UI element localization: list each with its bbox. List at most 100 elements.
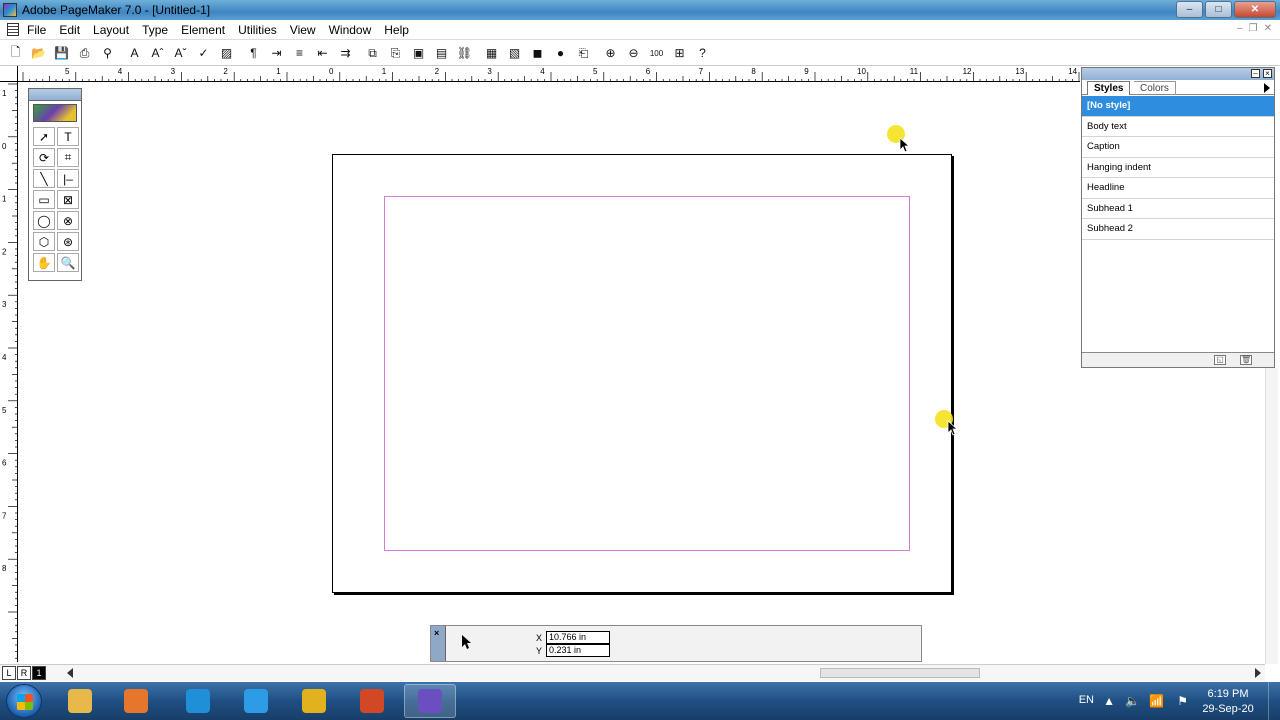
palette-menu-arrow-icon[interactable]: [1264, 83, 1270, 93]
crop-tool-icon[interactable]: ⌗: [57, 148, 79, 167]
page-icon-l[interactable]: L: [2, 666, 16, 680]
x-position-field[interactable]: 10.766 in: [546, 631, 610, 644]
indent-icon[interactable]: ⇤: [312, 43, 333, 63]
paragraph-icon[interactable]: ¶: [243, 43, 264, 63]
control-palette-grip[interactable]: ×: [431, 626, 446, 661]
constrained-line-tool-icon[interactable]: |–: [57, 169, 79, 188]
menu-layout[interactable]: Layout: [93, 22, 136, 37]
zoom-tool-icon[interactable]: 🔍: [57, 253, 79, 272]
action-center-icon[interactable]: ⚑: [1177, 694, 1188, 708]
close-button[interactable]: ✕: [1234, 1, 1276, 18]
page-icon-r[interactable]: R: [17, 666, 31, 680]
menu-help[interactable]: Help: [384, 22, 416, 37]
polygon-tool-icon[interactable]: ⬡: [33, 232, 55, 251]
menu-element[interactable]: Element: [181, 22, 232, 37]
text-tool-icon[interactable]: T: [57, 127, 79, 146]
image-control-icon[interactable]: ▧: [504, 43, 525, 63]
font-size-icon[interactable]: Aˆ: [147, 43, 168, 63]
menu-utilities[interactable]: Utilities: [238, 22, 284, 37]
y-position-field[interactable]: 0.231 in: [546, 644, 610, 657]
menu-view[interactable]: View: [290, 22, 323, 37]
pointer-tool-icon[interactable]: ➚: [33, 127, 55, 146]
network-icon[interactable]: 📶: [1149, 694, 1164, 708]
scroll-thumb[interactable]: [820, 668, 980, 678]
page-icon-1[interactable]: 1: [32, 666, 46, 680]
group-icon[interactable]: ▤: [431, 43, 452, 63]
find-icon[interactable]: ⚲: [97, 43, 118, 63]
style-item[interactable]: Body text: [1082, 117, 1274, 137]
zoom-out-icon[interactable]: ⊖: [623, 43, 644, 63]
font-icon[interactable]: Aˇ: [170, 43, 191, 63]
doc-close-button[interactable]: ✕: [1264, 23, 1272, 34]
scroll-right-icon[interactable]: [1255, 668, 1261, 678]
character-icon[interactable]: A: [124, 43, 145, 63]
horizontal-scrollbar[interactable]: LR1: [0, 664, 1265, 681]
style-item[interactable]: [No style]: [1082, 96, 1274, 117]
taskbar-app[interactable]: [54, 684, 106, 718]
taskbar-app[interactable]: [172, 684, 224, 718]
tab-colors[interactable]: Colors: [1134, 81, 1176, 95]
doc-minimize-button[interactable]: –: [1237, 23, 1243, 34]
taskbar-app[interactable]: [230, 684, 282, 718]
ellipse-tool-icon[interactable]: ◯: [33, 211, 55, 230]
bullets-icon[interactable]: ≡: [289, 43, 310, 63]
volume-icon[interactable]: 🔈: [1125, 694, 1140, 708]
fill-stroke-icon[interactable]: ▨: [216, 43, 237, 63]
rotate-tool-icon[interactable]: ⟳: [33, 148, 55, 167]
taskbar-app[interactable]: [346, 684, 398, 718]
show-hidden-icons-icon[interactable]: ▲: [1103, 694, 1115, 708]
vertical-scrollbar[interactable]: [1265, 368, 1278, 664]
tab-indent-icon[interactable]: ⇥: [266, 43, 287, 63]
style-item[interactable]: Subhead 1: [1082, 199, 1274, 219]
copy-icon[interactable]: ⧉: [362, 43, 383, 63]
html-globe-icon[interactable]: ●: [550, 43, 571, 63]
actual-size-icon[interactable]: 100: [646, 43, 667, 63]
save-icon[interactable]: 💾: [51, 43, 72, 63]
place-image-icon[interactable]: ▦: [481, 43, 502, 63]
menu-file[interactable]: File: [27, 22, 53, 37]
toolbox-title-bar[interactable]: [29, 89, 81, 101]
style-item[interactable]: Hanging indent: [1082, 158, 1274, 178]
delete-style-icon[interactable]: 🗑: [1240, 355, 1252, 365]
style-item[interactable]: Headline: [1082, 178, 1274, 199]
pdf-icon[interactable]: ⎗: [573, 43, 594, 63]
style-item[interactable]: Caption: [1082, 137, 1274, 158]
minimize-button[interactable]: –: [1176, 1, 1203, 18]
doc-restore-button[interactable]: ❐: [1249, 23, 1258, 34]
palette-close-button[interactable]: ×: [1263, 69, 1272, 78]
paste-icon[interactable]: ⎘: [385, 43, 406, 63]
show-desktop-button[interactable]: [1268, 682, 1280, 720]
start-button[interactable]: [6, 684, 42, 718]
clock[interactable]: 6:19 PM 29-Sep-20: [1200, 687, 1256, 717]
frame-icon[interactable]: ▣: [408, 43, 429, 63]
maximize-button[interactable]: □: [1205, 1, 1232, 18]
hand-tool-icon[interactable]: ✋: [33, 253, 55, 272]
ruler-origin[interactable]: [0, 66, 18, 82]
horizontal-ruler[interactable]: 5 4 3 2 1 0 1 2 3 4 5 6 7 8 9 10 11 12 13 14: [18, 66, 1080, 82]
scroll-left-icon[interactable]: [67, 668, 73, 678]
line-tool-icon[interactable]: ╲: [33, 169, 55, 188]
taskbar-app[interactable]: [404, 684, 456, 718]
polygon-frame-tool-icon[interactable]: ⊛: [57, 232, 79, 251]
taskbar-app[interactable]: [288, 684, 340, 718]
link-icon[interactable]: ⛓: [454, 43, 475, 63]
zoom-in-icon[interactable]: ⊕: [600, 43, 621, 63]
ellipse-frame-tool-icon[interactable]: ⊗: [57, 211, 79, 230]
menu-type[interactable]: Type: [142, 22, 175, 37]
open-icon[interactable]: 📂: [28, 43, 49, 63]
rectangle-frame-tool-icon[interactable]: ⊠: [57, 190, 79, 209]
export-icon[interactable]: ◼: [527, 43, 548, 63]
vertical-ruler[interactable]: 1 0 1 2 3 4 5 6 7 8: [0, 82, 18, 662]
outdent-icon[interactable]: ⇉: [335, 43, 356, 63]
palette-minimize-button[interactable]: –: [1251, 69, 1260, 78]
language-indicator[interactable]: EN: [1079, 694, 1094, 706]
tab-styles[interactable]: Styles: [1087, 81, 1131, 95]
palette-title-bar[interactable]: – ×: [1082, 68, 1274, 80]
rectangle-tool-icon[interactable]: ▭: [33, 190, 55, 209]
help-icon[interactable]: ?: [692, 43, 713, 63]
menu-edit[interactable]: Edit: [59, 22, 87, 37]
document-control-icon[interactable]: [7, 23, 19, 36]
taskbar-app[interactable]: [110, 684, 162, 718]
style-item[interactable]: Subhead 2: [1082, 219, 1274, 240]
fit-window-icon[interactable]: ⊞: [669, 43, 690, 63]
